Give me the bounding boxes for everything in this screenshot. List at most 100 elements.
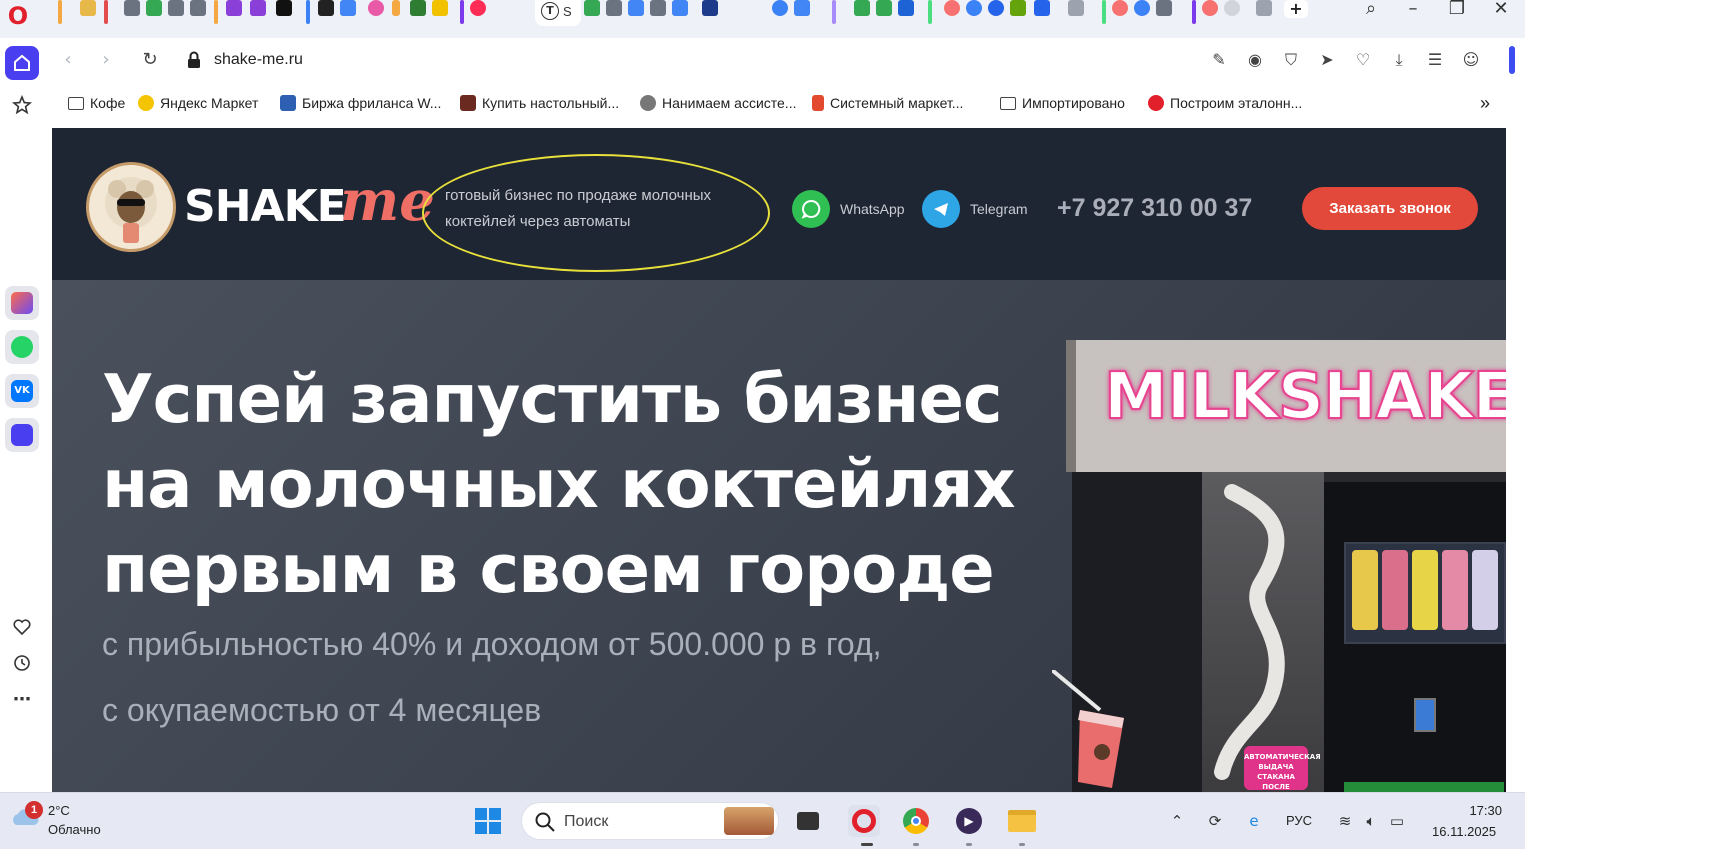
tab-favicon[interactable] xyxy=(432,0,448,16)
docs-tab-icon[interactable] xyxy=(672,0,688,16)
bookmark-item[interactable]: Импортировано xyxy=(1000,93,1125,113)
taskbar-search[interactable]: Поиск xyxy=(521,802,779,840)
reload-icon[interactable]: ↻ xyxy=(138,48,162,72)
sheets-tab-icon[interactable] xyxy=(876,0,892,16)
opera-taskbar-icon[interactable] xyxy=(848,805,880,837)
yandex-tab-icon[interactable] xyxy=(944,0,960,16)
language-indicator[interactable]: РУС xyxy=(1286,813,1312,828)
search-tabs-icon[interactable]: ⌕ xyxy=(1356,0,1386,22)
camera-icon[interactable]: ◉ xyxy=(1244,49,1266,71)
grid-tab-icon[interactable] xyxy=(1068,0,1084,16)
maximize-button[interactable]: ❐ xyxy=(1442,0,1472,22)
bookmark-item[interactable]: Купить настольный... xyxy=(460,93,619,113)
download-icon[interactable]: ⤓ xyxy=(1388,49,1410,71)
doc-tab-icon[interactable] xyxy=(606,0,622,16)
close-button[interactable]: ✕ xyxy=(1486,0,1516,22)
tab-favicon[interactable] xyxy=(898,0,914,16)
tab-favicon[interactable] xyxy=(988,0,1004,16)
minimize-button[interactable]: – xyxy=(1398,0,1428,22)
url-field[interactable]: shake-me.ru xyxy=(214,51,303,69)
bookmark-item[interactable]: Яндекс Маркет xyxy=(138,93,258,113)
chrome-icon[interactable] xyxy=(900,805,932,837)
k-tab-icon[interactable] xyxy=(276,0,292,16)
easy-setup-icon[interactable]: ☰ xyxy=(1424,49,1446,71)
forward-icon[interactable]: › xyxy=(94,48,118,72)
edit-page-icon[interactable]: ✎ xyxy=(1208,49,1230,71)
drive-tab-icon[interactable] xyxy=(146,0,162,16)
clock-date[interactable]: 16.11.2025 xyxy=(1432,824,1496,839)
bookmark-item[interactable]: Кофе xyxy=(68,93,125,113)
wifi-icon[interactable]: ≋ xyxy=(1334,810,1356,832)
home-icon[interactable] xyxy=(5,46,39,80)
wildberries-tab-icon[interactable] xyxy=(226,0,242,16)
sidebar-toggle[interactable] xyxy=(1509,46,1515,74)
active-tab[interactable]: T S xyxy=(535,0,581,26)
docs-tab-icon[interactable] xyxy=(628,0,644,16)
heart-icon[interactable] xyxy=(5,610,39,644)
grid-tab-icon[interactable] xyxy=(1256,0,1272,16)
tiktok-tab-icon[interactable] xyxy=(318,0,334,16)
doc-tab-icon[interactable] xyxy=(1156,0,1172,16)
profile-icon[interactable]: ☺ xyxy=(1460,49,1482,71)
star-icon[interactable] xyxy=(5,88,39,122)
doc-tab-icon[interactable] xyxy=(168,0,184,16)
loading-tab-icon[interactable] xyxy=(1224,0,1240,16)
weather-condition[interactable]: Облачно xyxy=(48,822,101,837)
tab-favicon[interactable] xyxy=(410,0,426,16)
windows-start-icon[interactable] xyxy=(474,807,502,835)
doc-tab-icon[interactable] xyxy=(190,0,206,16)
new-tab-button[interactable]: + xyxy=(1284,0,1308,18)
tab-favicon[interactable] xyxy=(368,0,384,16)
shield-icon[interactable]: ⛉ xyxy=(1280,49,1302,71)
heart-icon[interactable]: ♡ xyxy=(1352,49,1374,71)
docs-tab-icon[interactable] xyxy=(340,0,356,16)
clock-time[interactable]: 17:30 xyxy=(1458,803,1502,818)
sheets-tab-icon[interactable] xyxy=(584,0,600,16)
tab-favicon[interactable] xyxy=(80,0,96,16)
back-icon[interactable]: ‹ xyxy=(56,48,80,72)
wildberries-tab-icon[interactable] xyxy=(250,0,266,16)
file-explorer-icon[interactable] xyxy=(1006,805,1038,837)
opera-menu-icon[interactable]: O xyxy=(6,4,30,28)
battery-icon[interactable]: ▭ xyxy=(1386,810,1408,832)
vk-icon[interactable]: VK xyxy=(5,374,39,408)
tab-favicon[interactable] xyxy=(966,0,982,16)
more-icon[interactable]: ⋯ xyxy=(5,682,39,716)
edge-icon[interactable]: e xyxy=(1243,810,1265,832)
music-player-icon[interactable] xyxy=(5,418,39,452)
bookmark-item[interactable]: Нанимаем ассисте... xyxy=(640,93,796,113)
whatsapp-link[interactable]: WhatsApp xyxy=(792,190,905,228)
docs-tab-icon[interactable] xyxy=(794,0,810,16)
chevron-up-icon[interactable]: ⌃ xyxy=(1166,810,1188,832)
sheets-tab-icon[interactable] xyxy=(854,0,870,16)
yandex-tab-icon[interactable] xyxy=(1112,0,1128,16)
yandex-tab-icon[interactable] xyxy=(1202,0,1218,16)
phone-number[interactable]: +7 927 310 00 37 xyxy=(1057,194,1252,223)
volume-icon[interactable]: 🔈︎ xyxy=(1360,810,1382,832)
weather-temperature[interactable]: 2°C xyxy=(48,803,70,818)
doc-tab-icon[interactable] xyxy=(650,0,666,16)
tab-favicon[interactable] xyxy=(1134,0,1150,16)
telegram-link[interactable]: Telegram xyxy=(922,190,1028,228)
send-icon[interactable]: ➤ xyxy=(1316,49,1338,71)
task-view-icon[interactable] xyxy=(792,805,824,837)
bookmark-item[interactable]: Биржа фриланса W... xyxy=(280,93,441,113)
history-icon[interactable] xyxy=(5,646,39,680)
tab-favicon[interactable] xyxy=(392,0,400,16)
tab-favicon[interactable] xyxy=(702,0,718,16)
bookmark-item[interactable]: Системный маркет... xyxy=(812,93,963,113)
bookmarks-more-button[interactable]: » xyxy=(1480,93,1490,113)
sync-icon[interactable]: ⟳ xyxy=(1204,810,1226,832)
tab-favicon[interactable] xyxy=(772,0,788,16)
lock-icon[interactable] xyxy=(185,50,203,70)
whatsapp-icon[interactable] xyxy=(5,330,39,364)
media-player-icon[interactable]: ▶ xyxy=(953,805,985,837)
logo-text-accent[interactable]: me xyxy=(340,168,435,234)
order-call-button[interactable]: Заказать звонок xyxy=(1302,187,1478,230)
heart-tab-icon[interactable] xyxy=(470,0,486,16)
sheep-logo-icon[interactable] xyxy=(86,162,176,252)
bookmark-item[interactable]: Построим эталонн... xyxy=(1148,93,1302,113)
tab-favicon[interactable] xyxy=(1010,0,1026,16)
aria-icon[interactable] xyxy=(5,286,39,320)
doc-tab-icon[interactable] xyxy=(124,0,140,16)
